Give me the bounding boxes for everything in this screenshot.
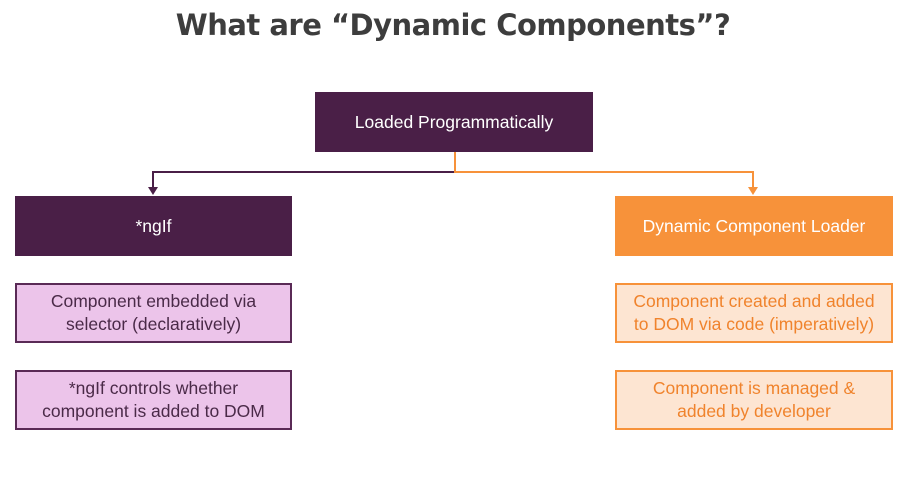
- connector-right: [454, 152, 754, 188]
- ngif-detail-2-text: *ngIf controls whether component is adde…: [42, 378, 265, 421]
- ngif-detail-1-text: Component embedded via selector (declara…: [50, 291, 257, 334]
- arrowhead-left: [148, 187, 158, 195]
- dynamic-loader-node-label: Dynamic Component Loader: [642, 215, 866, 236]
- dynamic-detail-1-text: Component created and added to DOM via c…: [633, 291, 875, 334]
- ngif-node-label: *ngIf: [135, 215, 172, 236]
- connector-left: [152, 152, 456, 188]
- ngif-detail-2: *ngIf controls whether component is adde…: [15, 370, 292, 430]
- root-node-label: Loaded Programmatically: [354, 111, 554, 132]
- ngif-node: *ngIf: [15, 196, 292, 256]
- dynamic-detail-2: Component is managed & added by develope…: [615, 370, 893, 430]
- arrowhead-right: [748, 187, 758, 195]
- dynamic-detail-2-text: Component is managed & added by develope…: [652, 378, 856, 421]
- dynamic-detail-1: Component created and added to DOM via c…: [615, 283, 893, 343]
- ngif-detail-1: Component embedded via selector (declara…: [15, 283, 292, 343]
- root-node: Loaded Programmatically: [315, 92, 593, 152]
- dynamic-loader-node: Dynamic Component Loader: [615, 196, 893, 256]
